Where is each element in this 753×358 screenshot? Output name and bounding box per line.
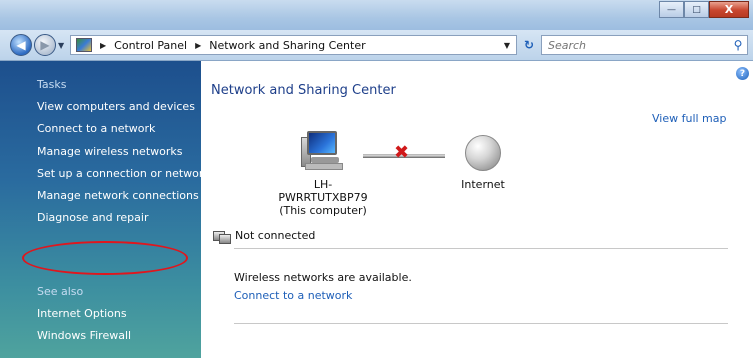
chevron-down-icon[interactable]: ▼	[504, 41, 510, 50]
sidebar-item-manage-connections[interactable]: Manage network connections	[37, 189, 199, 202]
connect-to-network-link[interactable]: Connect to a network	[234, 289, 352, 302]
arrow-right-icon: ▶	[40, 38, 50, 52]
forward-button[interactable]: ▶	[34, 34, 56, 56]
disconnected-x-icon: ✖	[394, 142, 410, 163]
view-full-map-link[interactable]: View full map	[652, 112, 727, 125]
breadcrumb-network-sharing[interactable]: Network and Sharing Center	[209, 39, 365, 52]
task-sidebar: Tasks View computers and devices Connect…	[0, 61, 210, 358]
control-panel-icon	[76, 38, 92, 52]
address-field[interactable]: ▶ Control Panel ▶ Network and Sharing Ce…	[70, 35, 517, 55]
internet-label: Internet	[461, 178, 505, 191]
breadcrumb-control-panel[interactable]: Control Panel	[114, 39, 187, 52]
main-panel: ? Network and Sharing Center View full m…	[201, 61, 753, 358]
recent-pages-dropdown[interactable]: ▼	[58, 41, 64, 50]
sidebar-item-view-computers[interactable]: View computers and devices	[37, 100, 195, 113]
title-bar: — □ X	[0, 0, 753, 30]
connection-status: Not connected	[213, 229, 316, 244]
computer-label: LH-PWRRTUTXBP79 (This computer)	[273, 178, 373, 217]
sidebar-item-manage-wireless[interactable]: Manage wireless networks	[37, 145, 182, 158]
close-button[interactable]: X	[709, 1, 749, 18]
divider	[234, 248, 728, 249]
search-icon[interactable]: ⚲	[729, 38, 747, 52]
back-button[interactable]: ◀	[10, 34, 32, 56]
sidebar-item-setup-connection[interactable]: Set up a connection or network	[37, 167, 210, 180]
refresh-icon[interactable]: ↻	[519, 35, 539, 55]
sidebar-item-internet-options[interactable]: Internet Options	[37, 307, 127, 320]
sidebar-item-windows-firewall[interactable]: Windows Firewall	[37, 329, 131, 342]
network-status-icon	[213, 229, 231, 244]
search-input[interactable]	[546, 37, 729, 53]
status-text: Not connected	[235, 229, 316, 242]
sidebar-item-connect-network[interactable]: Connect to a network	[37, 122, 155, 135]
page-title: Network and Sharing Center	[211, 83, 396, 98]
window-controls: — □ X	[659, 1, 749, 18]
search-box[interactable]: ⚲	[541, 35, 748, 55]
see-also-heading: See also	[37, 285, 84, 298]
wireless-available-message: Wireless networks are available.	[234, 271, 412, 284]
minimize-icon[interactable]: —	[659, 1, 684, 18]
tasks-heading: Tasks	[37, 78, 67, 91]
arrow-left-icon: ◀	[16, 38, 26, 52]
highlight-circle	[22, 241, 188, 275]
address-toolbar: ◀ ▶ ▼ ▶ Control Panel ▶ Network and Shar…	[0, 30, 753, 61]
divider	[234, 323, 728, 324]
computer-icon	[301, 129, 343, 170]
maximize-icon[interactable]: □	[684, 1, 709, 18]
chevron-right-icon[interactable]: ▶	[100, 41, 106, 50]
chevron-right-icon[interactable]: ▶	[195, 41, 201, 50]
computer-name: LH-PWRRTUTXBP79	[278, 178, 368, 204]
help-icon[interactable]: ?	[736, 67, 749, 80]
computer-sublabel: (This computer)	[279, 204, 367, 217]
sidebar-item-diagnose-repair[interactable]: Diagnose and repair	[37, 211, 149, 224]
internet-globe-icon	[465, 135, 501, 171]
